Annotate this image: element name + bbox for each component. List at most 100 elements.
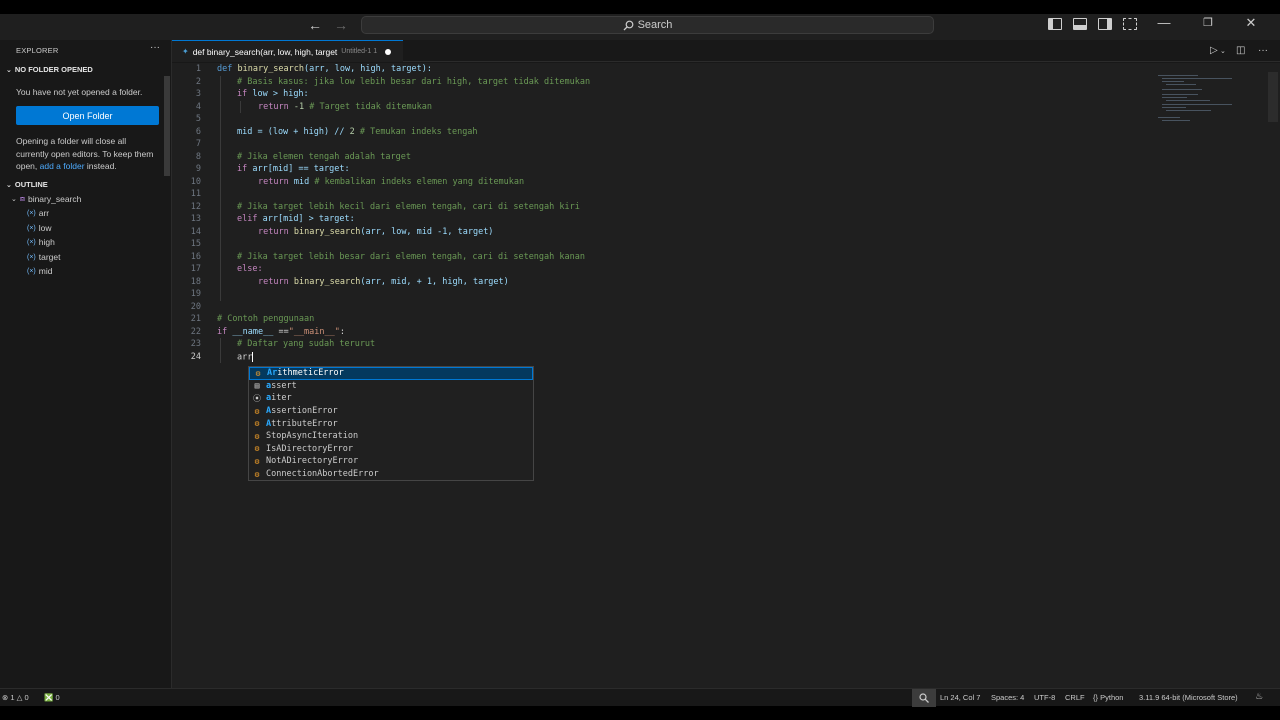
toggle-panel-icon[interactable]: [1073, 18, 1087, 30]
outline-item-mid[interactable]: (×) mid: [27, 266, 52, 276]
suggestion-item[interactable]: ⚙ IsADirectoryError: [249, 443, 533, 456]
customize-layout-icon[interactable]: [1123, 18, 1137, 30]
line-ending[interactable]: CRLF: [1065, 693, 1085, 702]
add-folder-link[interactable]: add a folder: [40, 161, 85, 171]
line-number: 18: [190, 276, 201, 287]
minimap-line: [1162, 104, 1232, 105]
token: # Target tidak ditemukan: [309, 101, 433, 112]
suggestion-item[interactable]: ⚙ AttributeError: [249, 417, 533, 430]
zoom-indicator[interactable]: [912, 689, 936, 707]
line-number: 13: [190, 214, 201, 224]
line-number: 4: [195, 101, 201, 112]
token: -1: [293, 101, 305, 112]
token: arr[mid] == target:: [252, 164, 350, 174]
toggle-primary-sidebar-icon[interactable]: [1048, 18, 1062, 30]
suggestion-rest: StopAsyncIteration: [266, 431, 359, 442]
toggle-secondary-sidebar-icon[interactable]: [1098, 18, 1112, 30]
suggestion-item[interactable]: ⚙ StopAsyncIteration: [249, 430, 533, 443]
more-actions-icon[interactable]: ···: [1258, 45, 1268, 56]
line-number: 14: [190, 226, 201, 237]
close-icon[interactable]: ✕: [1241, 15, 1261, 31]
ports-indicator[interactable]: ❎ 0: [44, 693, 60, 702]
suggestion-item[interactable]: ▤ assert: [249, 380, 533, 393]
outline-item-high[interactable]: (×) high: [27, 237, 55, 247]
variable-symbol-icon: (×): [27, 238, 36, 246]
token: if: [217, 326, 228, 337]
run-python-icon[interactable]: ▷: [1210, 45, 1218, 56]
language-mode[interactable]: {} Python: [1093, 693, 1123, 702]
line-number: 19: [190, 289, 201, 299]
suggestion-item[interactable]: ⦿ aiter: [249, 392, 533, 405]
python-interpreter[interactable]: 3.11.9 64-bit (Microsoft Store): [1139, 693, 1238, 702]
encoding[interactable]: UTF-8: [1034, 693, 1055, 702]
keyword-symbol-icon: ▤: [254, 381, 260, 391]
outline-item-target[interactable]: (×) target: [27, 252, 61, 262]
code-line-24: arr: [237, 351, 254, 362]
indent-guide: [220, 338, 221, 363]
split-editor-icon[interactable]: ◫: [1236, 45, 1245, 56]
restore-icon[interactable]: ❐: [1198, 16, 1218, 29]
code-line-2: # Basis kasus: jika low lebih besar dari…: [237, 76, 591, 87]
outline-item-low[interactable]: (×) low: [27, 223, 52, 233]
editor-scrollbar[interactable]: [1266, 72, 1278, 672]
no-folder-section-header[interactable]: ⌄ NO FOLDER OPENED: [6, 65, 93, 74]
minimap[interactable]: [1158, 75, 1238, 125]
tab-untitled-1[interactable]: ✦ def binary_search(arr, low, high, targ…: [172, 40, 403, 62]
search-icon: [919, 693, 929, 703]
search-label: Search: [637, 19, 673, 31]
line-number: 9: [195, 164, 201, 174]
outline-item-label: arr: [38, 208, 50, 218]
braces-icon: {}: [1093, 693, 1099, 702]
text-cursor: [252, 351, 254, 362]
suggestion-label: ConnectionAbortedError: [266, 469, 379, 479]
code-line-4: return -1 # Target tidak ditemukan: [258, 102, 432, 112]
line-number: 7: [195, 139, 201, 149]
token: # Temukan indeks tengah: [359, 126, 478, 137]
explorer-sidebar: EXPLORER ··· ⌄ NO FOLDER OPENED You have…: [0, 40, 172, 688]
suggestion-item[interactable]: ⚙ ArithmeticError: [249, 367, 533, 380]
line-number: 6: [195, 126, 201, 137]
cursor-position[interactable]: Ln 24, Col 7: [940, 693, 980, 702]
function-symbol-icon: ⦿: [253, 393, 261, 403]
bell-icon[interactable]: ♨: [1255, 691, 1263, 702]
suggestion-item[interactable]: ⚙ ConnectionAbortedError: [249, 468, 533, 481]
command-search-box[interactable]: Search: [361, 16, 934, 34]
minimap-line: [1162, 81, 1184, 82]
outline-item-arr[interactable]: (×) arr: [27, 208, 49, 218]
suggestion-item[interactable]: ⚙ AssertionError: [249, 405, 533, 418]
editor-scrollbar-thumb[interactable]: [1268, 72, 1278, 122]
token: binary_search: [293, 276, 361, 287]
outline-item-label: low: [38, 223, 52, 233]
problems-indicator[interactable]: ⊗ 1 △ 0: [2, 693, 29, 702]
class-symbol-icon: ⚙: [254, 444, 260, 454]
sidebar-scrollbar[interactable]: [164, 76, 170, 176]
class-symbol-icon: ⚙: [254, 406, 260, 416]
run-dropdown-icon[interactable]: ⌄: [1220, 47, 1226, 55]
tab-subtitle: Untitled-1 1: [341, 48, 378, 55]
code-line-17: else:: [237, 264, 263, 274]
suggestion-item[interactable]: ⚙ NotADirectoryError: [249, 455, 533, 468]
minimap-line: [1162, 97, 1187, 98]
indent-guide: [240, 101, 241, 113]
class-symbol-icon: ⚙: [254, 456, 260, 466]
suggestion-label: AttributeError: [266, 419, 338, 429]
code-line-22: if __name__ =="__main__":: [217, 327, 345, 337]
more-actions-icon[interactable]: ···: [150, 42, 160, 53]
suggestion-rest: ConnectionAbortedError: [266, 469, 379, 480]
suggestion-label: StopAsyncIteration: [266, 431, 358, 441]
open-folder-button[interactable]: Open Folder: [16, 106, 159, 125]
class-symbol-icon: ⚙: [254, 431, 260, 441]
status-bar: ⊗ 1 △ 0 ❎ 0 Ln 24, Col 7 Spaces: 4 UTF-8…: [0, 688, 1280, 707]
outline-section-header[interactable]: ⌄ OUTLINE: [6, 180, 48, 189]
outline-title: OUTLINE: [14, 180, 48, 189]
tab-label: def binary_search(arr, low, high, target: [192, 46, 338, 57]
minimap-line: [1158, 117, 1180, 118]
back-arrow-icon[interactable]: ←: [306, 17, 324, 33]
indentation[interactable]: Spaces: 4: [991, 693, 1024, 702]
folder-info-text: Opening a folder will close all currentl…: [16, 135, 161, 173]
line-number: 22: [190, 326, 201, 337]
unsaved-dot-icon[interactable]: [385, 48, 392, 55]
forward-arrow-icon[interactable]: →: [332, 17, 350, 33]
minimize-icon[interactable]: —: [1154, 15, 1174, 30]
outline-item-binary-search[interactable]: ⌄ ⧈ binary_search: [11, 194, 81, 204]
